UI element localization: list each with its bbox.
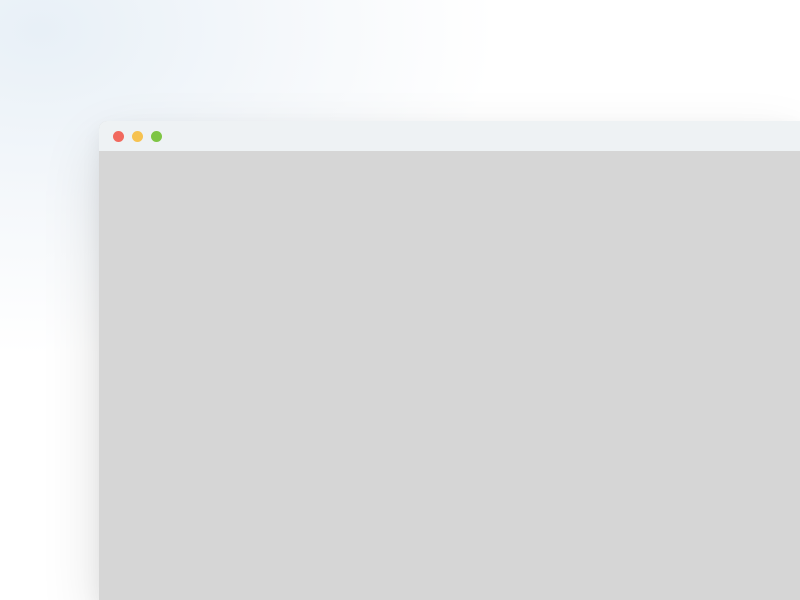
application-window: [99, 121, 800, 600]
minimize-button[interactable]: [132, 131, 143, 142]
title-bar: [99, 121, 800, 151]
zoom-button[interactable]: [151, 131, 162, 142]
content-area: [99, 151, 800, 600]
close-button[interactable]: [113, 131, 124, 142]
